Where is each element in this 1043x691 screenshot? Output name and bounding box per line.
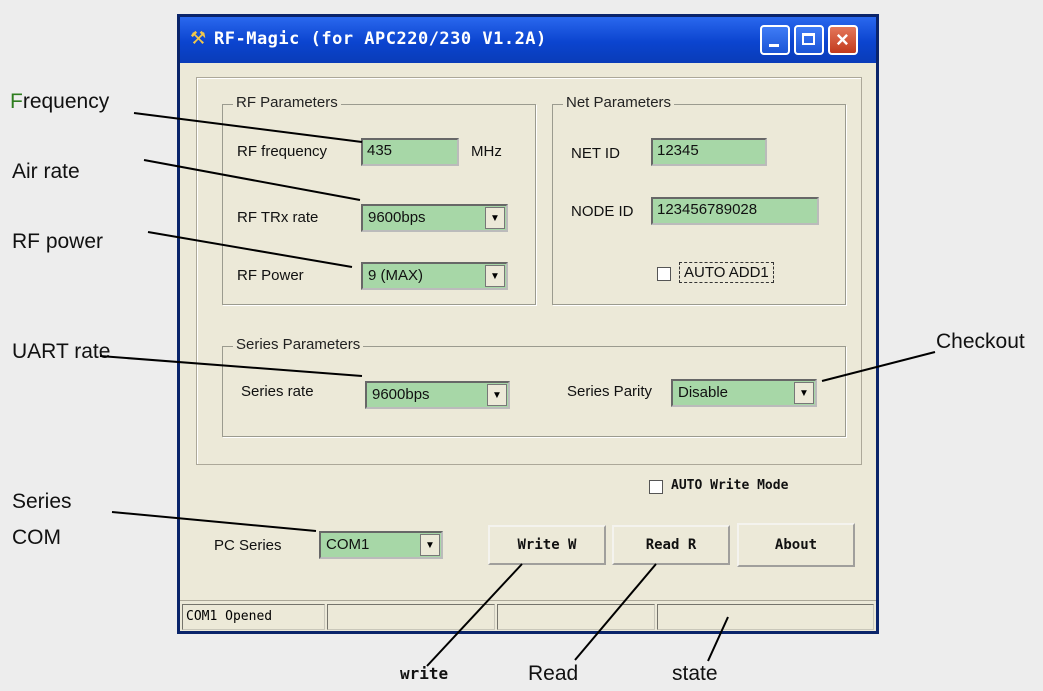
annotation-rf-power: RF power xyxy=(12,230,104,253)
chevron-down-icon[interactable]: ▼ xyxy=(485,265,505,287)
maximize-button[interactable] xyxy=(794,25,824,55)
status-cell xyxy=(327,604,495,630)
series-rate-select[interactable]: 9600bps ▼ xyxy=(365,381,510,409)
auto-add-checkbox[interactable] xyxy=(657,267,671,281)
app-icon: ⚒ xyxy=(190,28,207,48)
node-id-input[interactable]: 123456789028 xyxy=(651,197,819,225)
rf-frequency-unit: MHz xyxy=(471,143,502,160)
chevron-down-icon[interactable]: ▼ xyxy=(487,384,507,406)
series-rate-label: Series rate xyxy=(241,383,314,400)
rf-parameters-group: RF Parameters RF frequency 435 MHz RF TR… xyxy=(222,94,536,305)
about-button[interactable]: About xyxy=(737,523,855,567)
annotation-frequency-first-letter: F xyxy=(10,90,23,113)
status-cell-connection: COM1 Opened xyxy=(182,604,325,630)
rf-power-label: RF Power xyxy=(237,267,304,284)
chevron-down-icon[interactable]: ▼ xyxy=(420,534,440,556)
status-cell-state xyxy=(657,604,874,630)
series-parity-select[interactable]: Disable ▼ xyxy=(671,379,817,407)
annotation-write: write xyxy=(400,664,449,683)
status-cell xyxy=(497,604,655,630)
close-icon: × xyxy=(836,27,849,52)
status-bar: COM1 Opened xyxy=(180,600,876,632)
window-title: RF-Magic (for APC220/230 V1.2A) xyxy=(214,29,547,49)
rf-power-value: 9 (MAX) xyxy=(368,267,424,284)
annotation-series-com-line2: COM xyxy=(12,526,61,549)
annotation-frequency-rest: requency xyxy=(22,90,110,113)
annotation-read: Read xyxy=(528,662,579,685)
series-parameters-title: Series Parameters xyxy=(233,336,364,353)
annotation-series-com-line1: Series xyxy=(12,490,72,513)
annotation-air-rate: Air rate xyxy=(12,160,80,183)
title-bar[interactable]: ⚒ RF-Magic (for APC220/230 V1.2A) × xyxy=(180,17,876,63)
minimize-button[interactable] xyxy=(760,25,790,55)
net-parameters-group: Net Parameters NET ID 12345 NODE ID 1234… xyxy=(552,94,846,305)
auto-add-label: AUTO ADD1 xyxy=(679,262,774,283)
rf-power-select[interactable]: 9 (MAX) ▼ xyxy=(361,262,508,290)
rf-trx-rate-value: 9600bps xyxy=(368,209,426,226)
annotation-uart-rate: UART rate xyxy=(12,340,111,363)
auto-write-label: AUTO Write Mode xyxy=(671,478,789,493)
annotation-state: state xyxy=(672,662,718,685)
parameters-panel: RF Parameters RF frequency 435 MHz RF TR… xyxy=(196,77,862,465)
chevron-down-icon[interactable]: ▼ xyxy=(485,207,505,229)
series-parameters-group: Series Parameters Series rate 9600bps ▼ … xyxy=(222,336,846,437)
pc-series-value: COM1 xyxy=(326,536,370,553)
auto-write-checkbox[interactable] xyxy=(649,480,663,494)
net-parameters-title: Net Parameters xyxy=(563,94,675,111)
chevron-down-icon[interactable]: ▼ xyxy=(794,382,814,404)
app-window: ⚒ RF-Magic (for APC220/230 V1.2A) × RF P… xyxy=(177,14,879,634)
close-button[interactable]: × xyxy=(828,25,858,55)
annotation-frequency: Frequency xyxy=(10,90,109,114)
node-id-label: NODE ID xyxy=(571,203,634,220)
series-parity-value: Disable xyxy=(678,384,729,401)
rf-trx-rate-select[interactable]: 9600bps ▼ xyxy=(361,204,508,232)
pc-series-label: PC Series xyxy=(214,537,282,554)
net-id-label: NET ID xyxy=(571,145,620,162)
rf-trx-rate-label: RF TRx rate xyxy=(237,209,319,226)
read-button[interactable]: Read R xyxy=(612,525,730,565)
series-rate-value: 9600bps xyxy=(372,386,430,403)
write-button[interactable]: Write W xyxy=(488,525,606,565)
pc-series-select[interactable]: COM1 ▼ xyxy=(319,531,443,559)
rf-frequency-input[interactable]: 435 xyxy=(361,138,459,166)
series-parity-label: Series Parity xyxy=(567,383,653,400)
rf-parameters-title: RF Parameters xyxy=(233,94,341,111)
rf-frequency-label: RF frequency xyxy=(237,143,328,160)
net-id-input[interactable]: 12345 xyxy=(651,138,767,166)
annotation-checkout: Checkout xyxy=(936,330,1025,353)
